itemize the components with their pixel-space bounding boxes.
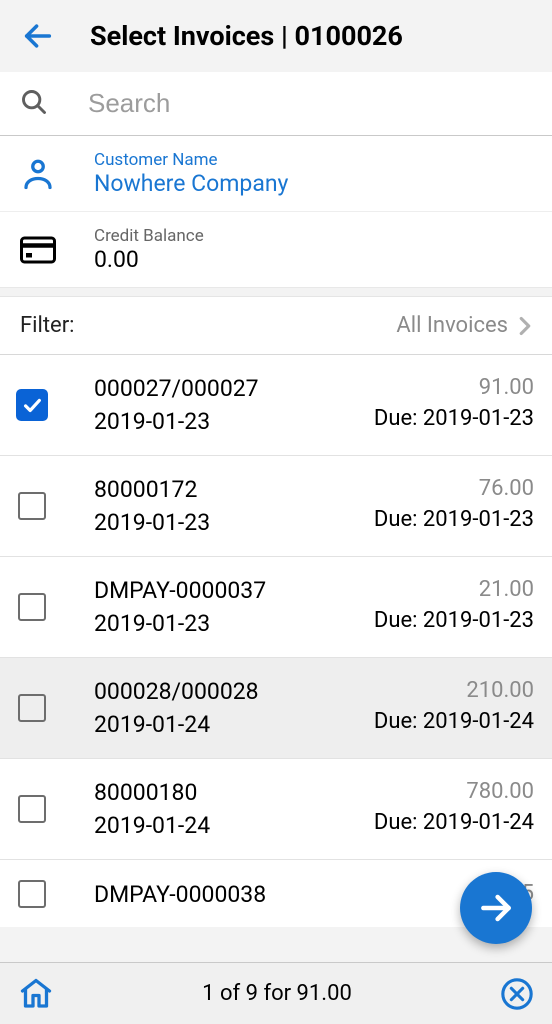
invoice-content: 80000180 2019-01-24 780.00 Due: 2019-01-24 xyxy=(94,779,534,839)
credit-balance-row: Credit Balance 0.00 xyxy=(0,212,552,288)
invoice-number: 000027/000027 xyxy=(94,375,259,402)
invoice-number: 80000172 xyxy=(94,476,210,503)
invoice-checkbox[interactable] xyxy=(18,795,46,823)
customer-name-label: Customer Name xyxy=(94,150,532,170)
invoice-row[interactable]: 80000172 2019-01-23 76.00 Due: 2019-01-23 xyxy=(0,456,552,557)
invoice-amount: 210.00 xyxy=(374,678,534,703)
bottom-bar: 1 of 9 for 91.00 xyxy=(0,962,552,1024)
invoice-number: DMPAY-0000038 xyxy=(94,881,266,908)
invoice-checkbox[interactable] xyxy=(18,880,46,908)
invoice-content: 80000172 2019-01-23 76.00 Due: 2019-01-23 xyxy=(94,476,534,536)
credit-balance-label: Credit Balance xyxy=(94,226,532,246)
invoice-row[interactable]: DMPAY-0000037 2019-01-23 21.00 Due: 2019-01… xyxy=(0,557,552,658)
selection-summary: 1 of 9 for 91.00 xyxy=(56,981,498,1006)
invoice-row[interactable]: 80000180 2019-01-24 780.00 Due: 2019-01-24 xyxy=(0,759,552,860)
invoice-number: 80000180 xyxy=(94,779,210,806)
close-circle-icon xyxy=(500,977,534,1011)
invoice-amount: 91.00 xyxy=(374,375,534,400)
invoice-number: 000028/000028 xyxy=(94,678,259,705)
invoice-row[interactable]: 000027/000027 2019-01-23 91.00 Due: 2019-01… xyxy=(0,355,552,456)
invoice-due: Due: 2019-01-23 xyxy=(374,507,534,532)
invoice-date: 2019-01-23 xyxy=(94,509,210,536)
invoice-due: Due: 2019-01-23 xyxy=(374,406,534,431)
invoice-list: 000027/000027 2019-01-23 91.00 Due: 2019-01… xyxy=(0,355,552,927)
invoice-content: 000028/000028 2019-01-24 210.00 Due: 2019-0… xyxy=(94,678,534,738)
invoice-checkbox[interactable] xyxy=(18,593,46,621)
invoice-due: Due: 2019-01-24 xyxy=(374,810,534,835)
invoice-row[interactable]: 000028/000028 2019-01-24 210.00 Due: 2019-0… xyxy=(0,658,552,759)
invoice-amount: 21.00 xyxy=(374,577,534,602)
app-header: Select Invoices | 0100026 xyxy=(0,0,552,72)
invoice-amount: 76.00 xyxy=(374,476,534,501)
invoice-checkbox[interactable] xyxy=(18,694,46,722)
search-input[interactable] xyxy=(88,88,532,119)
invoice-date: 2019-01-24 xyxy=(94,711,259,738)
chevron-right-icon xyxy=(518,316,532,336)
invoice-checkbox[interactable] xyxy=(16,389,48,421)
filter-value: All Invoices xyxy=(396,313,532,338)
invoice-number: DMPAY-0000037 xyxy=(94,577,266,604)
invoice-checkbox[interactable] xyxy=(18,492,46,520)
back-button[interactable] xyxy=(20,18,56,54)
customer-name-row[interactable]: Customer Name Nowhere Company xyxy=(0,136,552,212)
next-fab[interactable] xyxy=(460,872,532,944)
home-button[interactable] xyxy=(16,974,56,1014)
home-icon xyxy=(18,976,54,1012)
clear-button[interactable] xyxy=(498,975,536,1013)
invoice-content: 000027/000027 2019-01-23 91.00 Due: 2019-01… xyxy=(94,375,534,435)
check-icon xyxy=(21,394,43,416)
page-title: Select Invoices | 0100026 xyxy=(90,20,403,52)
invoice-date: 2019-01-24 xyxy=(94,812,210,839)
arrow-left-icon xyxy=(21,19,55,53)
invoice-date: 2019-01-23 xyxy=(94,408,259,435)
credit-card-icon xyxy=(18,230,58,270)
invoice-due: Due: 2019-01-24 xyxy=(374,709,534,734)
filter-row[interactable]: Filter: All Invoices xyxy=(0,296,552,355)
invoice-amount: 780.00 xyxy=(374,779,534,804)
customer-info-section: Customer Name Nowhere Company Credit Bal… xyxy=(0,136,552,288)
customer-name-value: Nowhere Company xyxy=(94,170,532,197)
person-icon xyxy=(18,154,58,194)
invoice-content: DMPAY-0000037 2019-01-23 21.00 Due: 2019-01… xyxy=(94,577,534,637)
arrow-right-icon xyxy=(477,889,515,927)
search-bar xyxy=(0,72,552,136)
invoice-date: 2019-01-23 xyxy=(94,610,266,637)
search-icon xyxy=(20,88,52,120)
invoice-due: Due: 2019-01-23 xyxy=(374,608,534,633)
credit-balance-value: 0.00 xyxy=(94,246,532,273)
filter-label: Filter: xyxy=(20,313,75,338)
